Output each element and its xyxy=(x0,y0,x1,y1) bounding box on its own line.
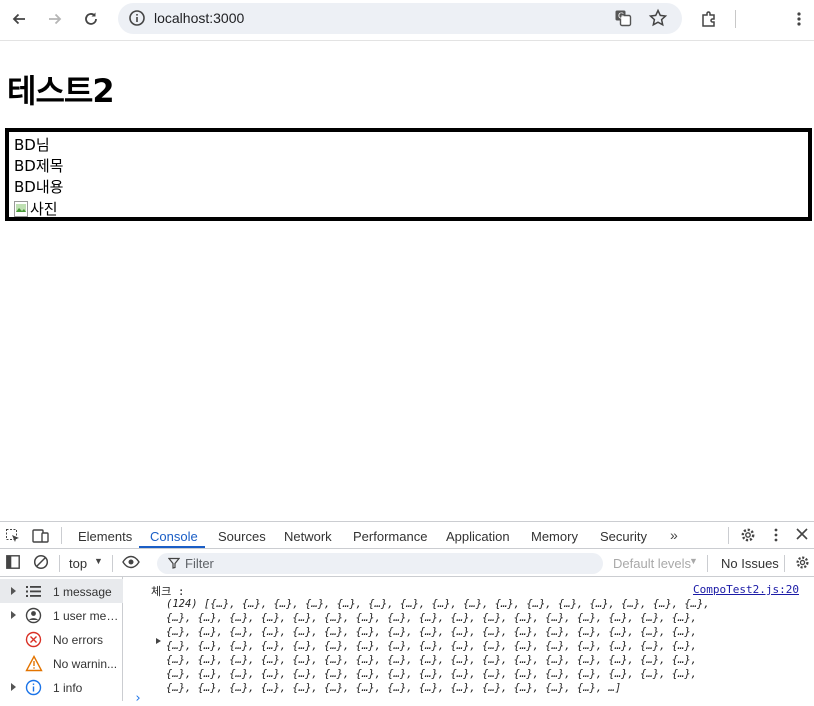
card-image: 사진 xyxy=(14,198,58,219)
forward-arrow-icon[interactable] xyxy=(42,6,68,32)
more-tabs-icon[interactable]: » xyxy=(670,527,678,543)
inspect-element-icon[interactable] xyxy=(5,528,21,547)
reload-icon[interactable] xyxy=(78,6,104,32)
sidebar-toggle-icon[interactable] xyxy=(6,555,20,572)
broken-image-icon xyxy=(14,200,28,217)
filter-input[interactable]: Filter xyxy=(157,553,603,574)
browser-toolbar: localhost:3000 G xyxy=(0,0,814,41)
console-prompt-icon[interactable]: › xyxy=(134,691,142,706)
eye-icon[interactable] xyxy=(122,555,140,572)
image-alt-text: 사진 xyxy=(30,200,58,218)
toolbar-separator xyxy=(784,555,785,572)
issues-button[interactable]: No Issues xyxy=(721,556,779,571)
sidebar-item-label: 1 message xyxy=(53,585,112,599)
settings-gear-icon[interactable] xyxy=(740,527,756,546)
console-sidebar: 1 message 1 user mes... No errors No war… xyxy=(0,577,123,701)
tab-application[interactable]: Application xyxy=(446,529,510,544)
toolbar-separator xyxy=(735,10,736,28)
tab-elements[interactable]: Elements xyxy=(78,529,132,544)
info-icon xyxy=(25,679,42,696)
devtools-tab-bar: Elements Console Sources Network Perform… xyxy=(0,522,814,549)
log-array-line[interactable]: {…}, {…}, {…}, {…}, {…}, {…}, {…}, {…}, … xyxy=(166,654,697,666)
extensions-icon[interactable] xyxy=(696,6,722,32)
sidebar-item-warnings[interactable]: No warnin... xyxy=(0,651,123,675)
tab-separator xyxy=(728,527,729,544)
clear-console-icon[interactable] xyxy=(33,554,49,573)
card-name: BD님 xyxy=(14,136,50,154)
sidebar-item-info[interactable]: 1 info xyxy=(0,675,123,699)
close-icon[interactable] xyxy=(796,528,808,543)
tab-network[interactable]: Network xyxy=(284,529,332,544)
devtools-panel: Elements Console Sources Network Perform… xyxy=(0,521,814,706)
card-content: BD내용 xyxy=(14,178,64,196)
tab-sources[interactable]: Sources xyxy=(218,529,266,544)
log-array-line[interactable]: (124) [{…}, {…}, {…}, {…}, {…}, {…}, {…}… xyxy=(166,598,710,610)
chevron-down-icon[interactable]: ▼ xyxy=(94,556,103,566)
context-selector[interactable]: top xyxy=(69,556,87,571)
toolbar-separator xyxy=(59,555,60,572)
list-icon xyxy=(25,583,42,600)
log-array-line[interactable]: {…}, {…}, {…}, {…}, {…}, {…}, {…}, {…}, … xyxy=(166,640,697,652)
filter-placeholder: Filter xyxy=(185,556,214,571)
log-source-link[interactable]: CompoTest2.js:20 xyxy=(693,583,799,596)
active-tab-indicator xyxy=(139,546,205,548)
tab-memory[interactable]: Memory xyxy=(531,529,578,544)
sidebar-item-label: 1 info xyxy=(53,681,83,695)
filter-icon xyxy=(167,557,181,572)
warning-icon xyxy=(25,655,43,672)
star-icon[interactable] xyxy=(648,8,668,32)
card-subject: BD제목 xyxy=(14,157,64,175)
page-title: 테스트2 xyxy=(7,72,115,110)
log-array-line[interactable]: {…}, {…}, {…}, {…}, {…}, {…}, {…}, {…}, … xyxy=(166,668,697,680)
sidebar-item-user-messages[interactable]: 1 user mes... xyxy=(0,603,123,627)
expand-arrow-icon[interactable] xyxy=(11,587,16,595)
devtools-menu-icon[interactable] xyxy=(773,527,779,546)
tab-security[interactable]: Security xyxy=(600,529,647,544)
error-icon xyxy=(25,631,42,648)
log-array-line[interactable]: {…}, {…}, {…}, {…}, {…}, {…}, {…}, {…}, … xyxy=(166,612,697,624)
board-card: BD님 BD제목 BD내용 사진 xyxy=(5,128,812,221)
tab-performance[interactable]: Performance xyxy=(353,529,427,544)
log-array-line[interactable]: {…}, {…}, {…}, {…}, {…}, {…}, {…}, {…}, … xyxy=(166,682,621,694)
expand-arrow-icon[interactable] xyxy=(11,611,16,619)
info-icon[interactable] xyxy=(128,9,146,31)
tab-separator xyxy=(61,527,62,544)
console-toolbar: top ▼ Filter Default levels ▼ No Issues xyxy=(0,549,814,577)
sidebar-item-label: No errors xyxy=(53,633,104,647)
back-arrow-icon[interactable] xyxy=(6,6,32,32)
user-icon xyxy=(25,607,42,624)
sidebar-item-errors[interactable]: No errors xyxy=(0,627,123,651)
kebab-menu-icon[interactable] xyxy=(786,6,812,32)
toolbar-separator xyxy=(707,555,708,572)
sidebar-item-messages[interactable]: 1 message xyxy=(0,579,123,603)
sidebar-item-label: 1 user mes... xyxy=(53,609,121,623)
translate-icon[interactable]: G xyxy=(614,9,632,31)
address-bar[interactable]: localhost:3000 G xyxy=(118,3,682,34)
device-toolbar-icon[interactable] xyxy=(32,528,50,547)
log-label: 체크 : xyxy=(151,585,185,598)
console-output: 체크 : CompoTest2.js:20 (124) [{…}, {…}, {… xyxy=(124,577,814,706)
chevron-down-icon[interactable]: ▼ xyxy=(689,556,698,566)
svg-text:G: G xyxy=(618,12,624,21)
url-text[interactable]: localhost:3000 xyxy=(154,10,244,26)
levels-dropdown[interactable]: Default levels xyxy=(613,556,691,571)
toolbar-separator xyxy=(112,555,113,572)
sidebar-item-label: No warnin... xyxy=(53,657,118,671)
console-settings-gear-icon[interactable] xyxy=(795,555,810,573)
log-array-line[interactable]: {…}, {…}, {…}, {…}, {…}, {…}, {…}, {…}, … xyxy=(166,626,697,638)
expand-arrow-icon[interactable] xyxy=(156,638,161,644)
tab-console[interactable]: Console xyxy=(150,529,198,544)
expand-arrow-icon[interactable] xyxy=(11,683,16,691)
